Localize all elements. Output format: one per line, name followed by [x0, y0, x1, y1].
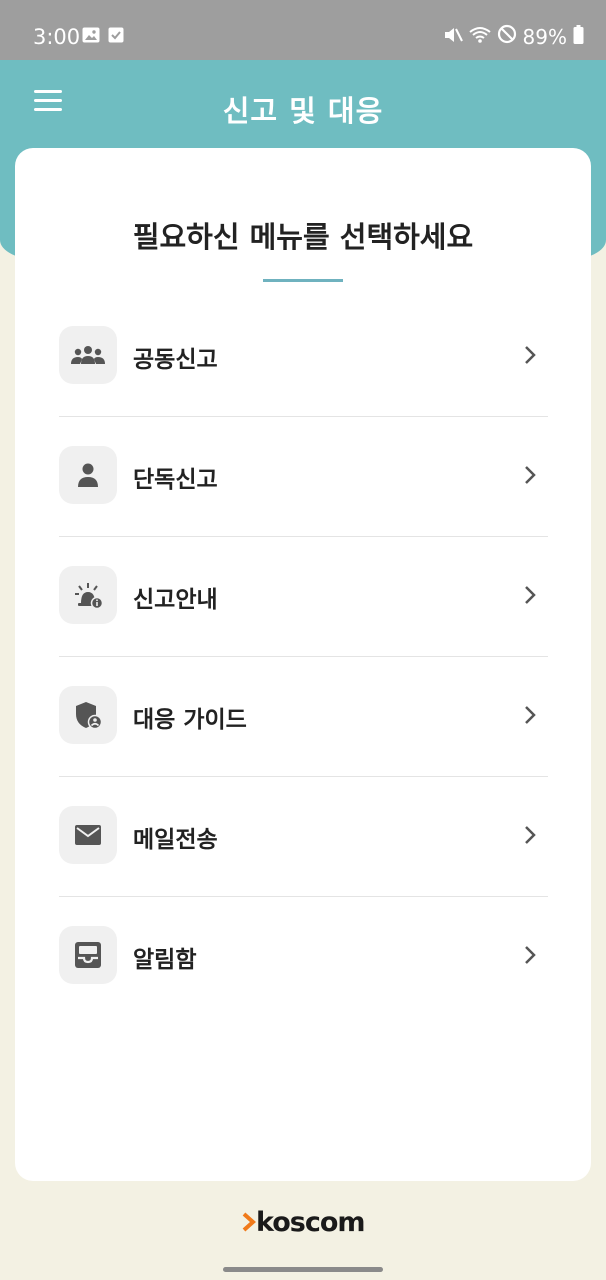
menu-item-joint-report[interactable]: 공동신고	[59, 297, 548, 417]
chevron-right-icon	[524, 585, 536, 609]
menu-item-report-guide[interactable]: 신고안내	[59, 537, 548, 657]
logo-chevron-icon	[242, 1212, 256, 1232]
person-icon	[59, 446, 117, 504]
menu-card: 필요하신 메뉴를 선택하세요 공동신고 단독신고 신고안내 대응 가이드 메일전…	[15, 148, 591, 1181]
menu-item-single-report[interactable]: 단독신고	[59, 417, 548, 537]
wifi-icon	[468, 24, 491, 50]
menu-item-notifications[interactable]: 알림함	[59, 897, 548, 1016]
menu-item-label: 대응 가이드	[133, 707, 247, 733]
menu-item-label: 알림함	[133, 947, 197, 973]
mail-icon	[59, 806, 117, 864]
card-title: 필요하신 메뉴를 선택하세요	[132, 220, 474, 254]
logo-text: koscom	[256, 1206, 366, 1238]
chevron-right-icon	[524, 945, 536, 969]
chevron-right-icon	[524, 705, 536, 729]
status-bar: 3:00 89%	[0, 0, 606, 60]
menu-item-label: 신고안내	[133, 587, 218, 613]
chevron-right-icon	[524, 345, 536, 369]
page-title: 신고 및 대응	[222, 94, 384, 128]
gallery-icon	[82, 27, 100, 47]
battery-icon	[573, 24, 584, 50]
menu-item-response-guide[interactable]: 대응 가이드	[59, 657, 548, 777]
menu-item-label: 메일전송	[133, 827, 218, 853]
group-icon	[59, 326, 117, 384]
koscom-logo: koscom	[242, 1202, 366, 1242]
status-time: 3:00	[33, 25, 81, 49]
menu-item-label: 공동신고	[133, 347, 218, 373]
inbox-icon	[59, 926, 117, 984]
battery-percent: 89%	[522, 25, 567, 49]
menu-item-label: 단독신고	[133, 467, 218, 493]
mute-icon	[443, 24, 463, 50]
chevron-right-icon	[524, 465, 536, 489]
title-underline	[263, 279, 343, 282]
menu-list: 공동신고 단독신고 신고안내 대응 가이드 메일전송 알림함	[59, 297, 548, 1016]
menu-item-send-mail[interactable]: 메일전송	[59, 777, 548, 897]
siren-info-icon	[59, 566, 117, 624]
chevron-right-icon	[524, 825, 536, 849]
home-indicator[interactable]	[223, 1267, 383, 1272]
no-disturb-icon	[497, 24, 517, 50]
shield-user-icon	[59, 686, 117, 744]
check-icon	[108, 27, 124, 47]
